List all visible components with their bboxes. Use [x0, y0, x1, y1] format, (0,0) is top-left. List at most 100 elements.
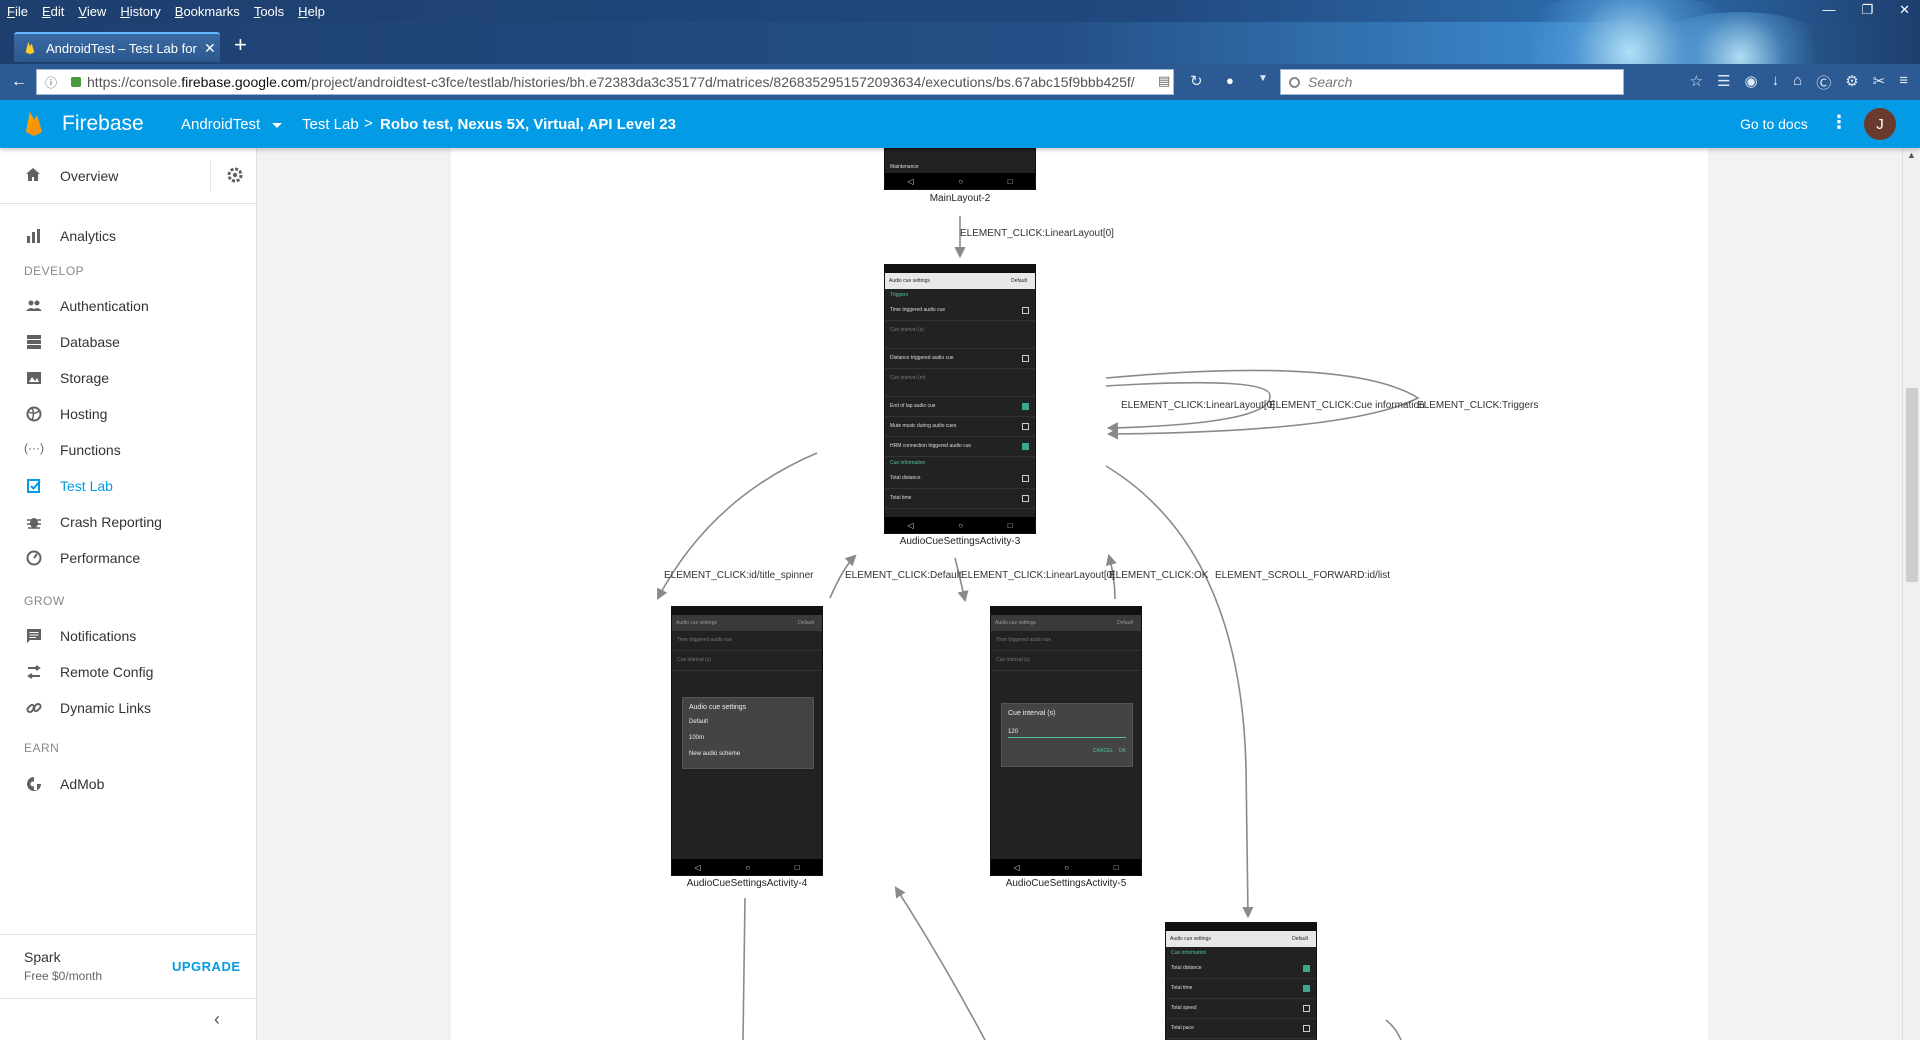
sidebar-item-admob[interactable]: AdMob	[0, 766, 256, 802]
search-field[interactable]: Search	[1280, 69, 1624, 95]
checkbox	[1022, 475, 1029, 482]
crawl-graph-canvas[interactable]: ELEMENT_CLICK:LinearLayout[0] ELEMENT_CL…	[451, 148, 1708, 1040]
settings-gear-icon[interactable]	[226, 166, 244, 184]
collapse-sidebar[interactable]: ‹	[0, 998, 256, 1040]
screen-main-layout-2[interactable]: Maintenance ◁ ○ □	[884, 148, 1036, 190]
menu-bookmarks[interactable]: Bookmarks	[168, 4, 247, 19]
edge-label: ELEMENT_CLICK:Cue information	[1269, 400, 1425, 411]
checkbox-checked	[1022, 443, 1029, 450]
status-bar	[991, 607, 1141, 615]
back-icon[interactable]: ←	[8, 73, 30, 91]
minimize-icon[interactable]: —	[1822, 2, 1835, 18]
list-item: HRM connection triggered audio cue	[885, 437, 1035, 457]
reload-icon[interactable]: ↻	[1190, 72, 1203, 90]
url-text: https://console.firebase.google.com/proj…	[87, 74, 1135, 90]
screen-audio-cue-settings-4[interactable]: Audio cue settings Default Time triggered…	[671, 606, 823, 876]
dialog-option[interactable]: 100m	[689, 735, 807, 741]
screenshot-icon[interactable]: ✂	[1873, 72, 1886, 93]
status-bar	[885, 265, 1035, 273]
sidebar-item-hosting[interactable]: Hosting	[0, 396, 256, 432]
dialog-option[interactable]: New audio scheme	[689, 751, 807, 757]
scheme-picker-dialog[interactable]: Audio cue settings Default 100m New audi…	[682, 697, 814, 769]
sidebar-item-test-lab[interactable]: Test Lab	[0, 468, 256, 504]
library-icon[interactable]: ☰	[1717, 72, 1730, 93]
screen-audio-cue-settings-5[interactable]: Audio cue settings Default Time triggered…	[990, 606, 1142, 876]
menu-help[interactable]: Help	[291, 4, 332, 19]
screen-audio-cue-settings-3[interactable]: Audio cue settings Default Triggers Time …	[884, 264, 1036, 534]
sidebar-item-label: Functions	[60, 442, 121, 458]
sidebar-item-analytics[interactable]: Analytics	[0, 218, 256, 254]
home-icon[interactable]: ⌂	[1793, 72, 1802, 93]
download-icon[interactable]: ↓	[1772, 72, 1780, 93]
recents-nav-icon: □	[794, 862, 800, 872]
dialog-title: Audio cue settings	[689, 704, 747, 711]
sidebar-item-crash-reporting[interactable]: Crash Reporting	[0, 504, 256, 540]
extension-icon[interactable]: ⚙	[1845, 72, 1858, 93]
cue-interval-dialog[interactable]: Cue interval (s) 120 CANCEL OK	[1001, 703, 1133, 767]
browser-tab[interactable]: AndroidTest – Test Lab for A ✕	[14, 32, 220, 62]
page-scrollbar[interactable]: ▲	[1902, 148, 1920, 1040]
edge-label: ELEMENT_CLICK:id/title_spinner	[664, 570, 814, 581]
menu-history[interactable]: History	[113, 4, 167, 19]
restore-icon[interactable]: ❐	[1861, 2, 1873, 18]
sidebar-item-remote-config[interactable]: Remote Config	[0, 654, 256, 690]
search-engine-dropdown-icon[interactable]: ▼	[1258, 73, 1268, 84]
address-bar[interactable]: ⓘ https://console.firebase.google.com/pr…	[36, 69, 1174, 95]
project-selector[interactable]: AndroidTest	[181, 116, 283, 133]
sidebar-item-authentication[interactable]: Authentication	[0, 288, 256, 324]
bar-chart-icon	[27, 229, 40, 243]
edge-offscreen	[1385, 1019, 1402, 1040]
more-vert-icon[interactable]: ⋮	[1830, 112, 1848, 133]
menu-view[interactable]: View	[71, 4, 113, 19]
home-nav-icon: ○	[958, 176, 964, 186]
identity-icon[interactable]: ●	[1226, 73, 1234, 88]
scrollbar-thumb[interactable]	[1906, 388, 1918, 582]
interval-input[interactable]: 120	[1008, 729, 1126, 738]
close-tab-icon[interactable]: ✕	[204, 40, 216, 57]
tab-title: AndroidTest – Test Lab for A	[46, 40, 198, 56]
sidebar-item-label: Authentication	[60, 298, 149, 314]
edge-label: ELEMENT_CLICK:LinearLayout[0]	[961, 570, 1115, 581]
recents-nav-icon: □	[1007, 520, 1013, 530]
sidebar-item-label: AdMob	[60, 776, 105, 792]
list-item: End of lap audio cue	[885, 397, 1035, 417]
bookmark-star-icon[interactable]: ☆	[1690, 72, 1703, 93]
sidebar-item-performance[interactable]: Performance	[0, 540, 256, 576]
plan-name: Spark	[24, 949, 61, 965]
list-item: Cue interval (m)	[885, 369, 1035, 397]
go-to-docs-link[interactable]: Go to docs	[1740, 116, 1808, 132]
hamburger-menu-icon[interactable]: ≡	[1899, 72, 1908, 93]
sidebar-item-overview[interactable]: Overview	[0, 148, 256, 204]
sidebar-item-functions[interactable]: (···) Functions	[0, 432, 256, 468]
sidebar-item-dynamic-links[interactable]: Dynamic Links	[0, 690, 256, 726]
skype-icon[interactable]: Ⓒ	[1816, 72, 1831, 93]
list-item: Time triggered audio cue	[672, 631, 822, 651]
menu-edit[interactable]: Edit	[35, 4, 71, 19]
checkbox-checked	[1303, 985, 1310, 992]
app-bar: Audio cue settings Default	[885, 273, 1035, 289]
firebase-logo-text[interactable]: Firebase	[62, 112, 144, 136]
scroll-up-icon[interactable]: ▲	[1907, 150, 1916, 160]
section-header: Triggers	[890, 292, 909, 298]
sidebar-item-database[interactable]: Database	[0, 324, 256, 360]
new-tab-icon[interactable]: +	[234, 34, 247, 56]
info-icon[interactable]: ⓘ	[45, 74, 57, 91]
screen-audio-cue-settings-scrolled[interactable]: Audio cue settings Default Cue informatio…	[1165, 922, 1317, 1040]
dialog-option[interactable]: Default	[689, 719, 807, 725]
breadcrumb-test-lab[interactable]: Test Lab	[302, 116, 359, 133]
close-window-icon[interactable]: ✕	[1899, 2, 1910, 18]
avatar[interactable]: J	[1864, 108, 1896, 140]
search-icon	[1289, 76, 1300, 88]
reader-view-icon[interactable]: ▤	[1158, 73, 1170, 89]
edge-label: ELEMENT_CLICK:LinearLayout[0]	[1121, 400, 1275, 411]
pocket-icon[interactable]: ◉	[1745, 72, 1758, 93]
lock-icon	[71, 77, 82, 87]
ok-button[interactable]: OK	[1119, 748, 1126, 754]
menu-file[interactable]: File	[0, 4, 35, 19]
upgrade-button[interactable]: UPGRADE	[172, 959, 241, 974]
cancel-button[interactable]: CANCEL	[1093, 748, 1113, 754]
edge-s4-down	[742, 897, 746, 1040]
sidebar-item-notifications[interactable]: Notifications	[0, 618, 256, 654]
sidebar-item-storage[interactable]: Storage	[0, 360, 256, 396]
menu-tools[interactable]: Tools	[247, 4, 291, 19]
